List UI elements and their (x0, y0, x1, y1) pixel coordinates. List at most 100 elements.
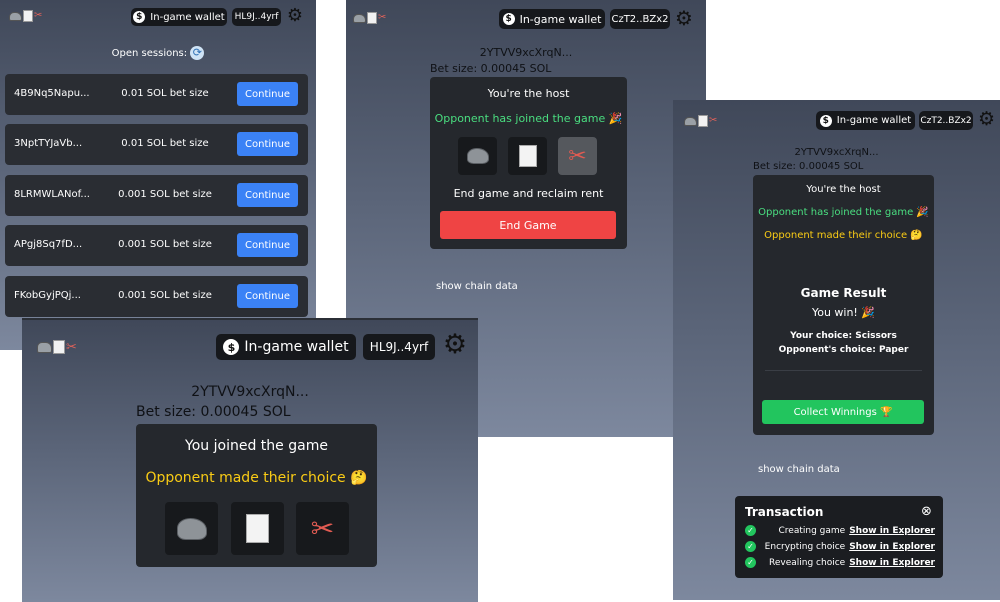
continue-button[interactable]: Continue (237, 233, 298, 257)
session-id: 2YTVV9xcXrqN... (191, 384, 309, 400)
wallet-label: In-game wallet (244, 339, 349, 355)
rock-choice-button[interactable] (165, 502, 218, 555)
scissors-icon: ✂ (378, 12, 387, 23)
transaction-step: ✓ Creating game Show in Explorer (745, 525, 935, 536)
app-logo: ✂ (37, 340, 77, 354)
opponent-choice-text: Opponent made their choice 🤔 (145, 470, 368, 486)
app-logo: ✂ (353, 12, 386, 24)
continue-button[interactable]: Continue (237, 82, 298, 106)
role-text: You're the host (487, 87, 570, 100)
session-row: FKobGyjPQj... 0.001 SOL bet size Continu… (5, 276, 308, 317)
session-id: 8LRMWLANof... (14, 189, 90, 200)
show-in-explorer-link[interactable]: Show in Explorer (849, 558, 935, 568)
result-text: You win! 🎉 (811, 306, 876, 319)
joined-game-window: ✂ $ In-game wallet HL9J..4yrf ⚙ 2YTVV9xc… (22, 318, 478, 602)
session-row: 8LRMWLANof... 0.001 SOL bet size Continu… (5, 175, 308, 216)
session-row: 4B9Nq5Napu... 0.01 SOL bet size Continue (5, 74, 308, 115)
gear-icon[interactable]: ⚙ (440, 329, 470, 360)
wallet-address[interactable]: HL9J..4yrf (232, 8, 281, 26)
role-text: You're the host (806, 184, 881, 195)
scissors-icon: ✂ (66, 339, 77, 355)
scissors-icon: ✂ (34, 10, 43, 21)
gear-icon[interactable]: ⚙ (976, 108, 997, 130)
divider (765, 370, 922, 371)
session-id: 3NptTYJaVb... (14, 138, 83, 149)
check-icon: ✓ (745, 525, 756, 536)
show-in-explorer-link[interactable]: Show in Explorer (849, 542, 935, 552)
app-logo: ✂ (684, 115, 717, 127)
session-row: APgj8Sq7fD... 0.001 SOL bet size Continu… (5, 225, 308, 266)
in-game-wallet-button[interactable]: $ In-game wallet (131, 8, 227, 26)
wallet-label: In-game wallet (519, 12, 602, 26)
bet-size: Bet size: 0.00045 SOL (430, 62, 552, 75)
rock-icon (37, 341, 52, 353)
continue-button[interactable]: Continue (237, 183, 298, 207)
dollar-icon: $ (223, 339, 240, 355)
paper-icon (698, 115, 708, 127)
scissors-icon: ✂ (568, 143, 587, 169)
continue-button[interactable]: Continue (237, 132, 298, 156)
end-game-button[interactable]: End Game (440, 211, 616, 239)
rock-icon (353, 13, 366, 23)
transaction-step: ✓ Revealing choice Show in Explorer (745, 557, 935, 568)
scissors-choice-button[interactable]: ✂ (296, 502, 349, 555)
transaction-title: Transaction (745, 505, 824, 519)
your-choice-text: Your choice: Scissors (790, 331, 897, 341)
continue-button[interactable]: Continue (237, 284, 298, 308)
wallet-address[interactable]: CzT2..BZx2 (919, 111, 973, 130)
game-card: You joined the game Opponent made their … (136, 424, 377, 567)
wallet-label: In-game wallet (150, 11, 225, 23)
in-game-wallet-button[interactable]: $ In-game wallet (816, 111, 915, 130)
session-bet: 0.001 SOL bet size (118, 290, 212, 301)
transaction-step: ✓ Encrypting choice Show in Explorer (745, 541, 935, 552)
paper-icon (518, 145, 537, 167)
session-bet: 0.01 SOL bet size (121, 138, 209, 149)
paper-icon (23, 10, 33, 22)
scissors-icon: ✂ (310, 512, 335, 545)
scissors-choice-button[interactable]: ✂ (558, 137, 597, 175)
paper-icon (367, 12, 377, 24)
game-result-window: ✂ $ In-game wallet CzT2..BZx2 ⚙ 2YTVV9xc… (673, 100, 1000, 600)
refresh-icon[interactable]: ⟳ (190, 46, 205, 60)
rock-choice-button[interactable] (458, 137, 497, 175)
bet-size: Bet size: 0.00045 SOL (136, 404, 291, 420)
paper-icon (53, 340, 65, 354)
rock-icon (466, 148, 489, 164)
opponent-joined-text: Opponent has joined the game 🎉 (434, 112, 623, 125)
show-chain-data-link[interactable]: show chain data (758, 464, 840, 475)
session-bet: 0.001 SOL bet size (118, 239, 212, 250)
bet-size: Bet size: 0.00045 SOL (753, 161, 864, 172)
close-icon[interactable]: ⊗ (921, 504, 932, 519)
session-bet: 0.001 SOL bet size (118, 189, 212, 200)
gear-icon[interactable]: ⚙ (673, 6, 695, 30)
step-label: Encrypting choice (764, 541, 846, 552)
check-icon: ✓ (745, 557, 756, 568)
session-bet: 0.01 SOL bet size (121, 88, 209, 99)
dollar-icon: $ (133, 11, 146, 23)
session-id: FKobGyjPQj... (14, 290, 81, 301)
scissors-icon: ✂ (709, 115, 718, 126)
reclaim-text: End game and reclaim rent (453, 187, 604, 200)
collect-winnings-button[interactable]: Collect Winnings 🏆 (762, 400, 924, 424)
open-sessions-title: Open sessions: ⟳ (0, 46, 316, 60)
open-sessions-label: Open sessions: (111, 48, 188, 59)
sessions-window: ✂ $ In-game wallet HL9J..4yrf ⚙ Open ses… (0, 0, 316, 350)
wallet-address[interactable]: HL9J..4yrf (363, 334, 435, 360)
in-game-wallet-button[interactable]: $ In-game wallet (216, 334, 356, 360)
paper-choice-button[interactable] (231, 502, 284, 555)
session-id: 2YTVV9xcXrqN... (479, 46, 573, 59)
joined-text: You joined the game (185, 438, 328, 454)
show-in-explorer-link[interactable]: Show in Explorer (849, 526, 935, 536)
wallet-address[interactable]: CzT2..BZx2 (610, 9, 670, 29)
app-logo: ✂ (9, 10, 42, 22)
in-game-wallet-button[interactable]: $ In-game wallet (499, 9, 605, 29)
rock-icon (684, 116, 697, 126)
wallet-label: In-game wallet (836, 115, 912, 126)
session-row: 3NptTYJaVb... 0.01 SOL bet size Continue (5, 124, 308, 165)
step-label: Creating game (778, 525, 846, 536)
transaction-panel: Transaction ⊗ ✓ Creating game Show in Ex… (735, 496, 943, 578)
session-id: APgj8Sq7fD... (14, 239, 83, 250)
show-chain-data-link[interactable]: show chain data (436, 281, 518, 292)
gear-icon[interactable]: ⚙ (285, 5, 305, 26)
paper-choice-button[interactable] (508, 137, 547, 175)
